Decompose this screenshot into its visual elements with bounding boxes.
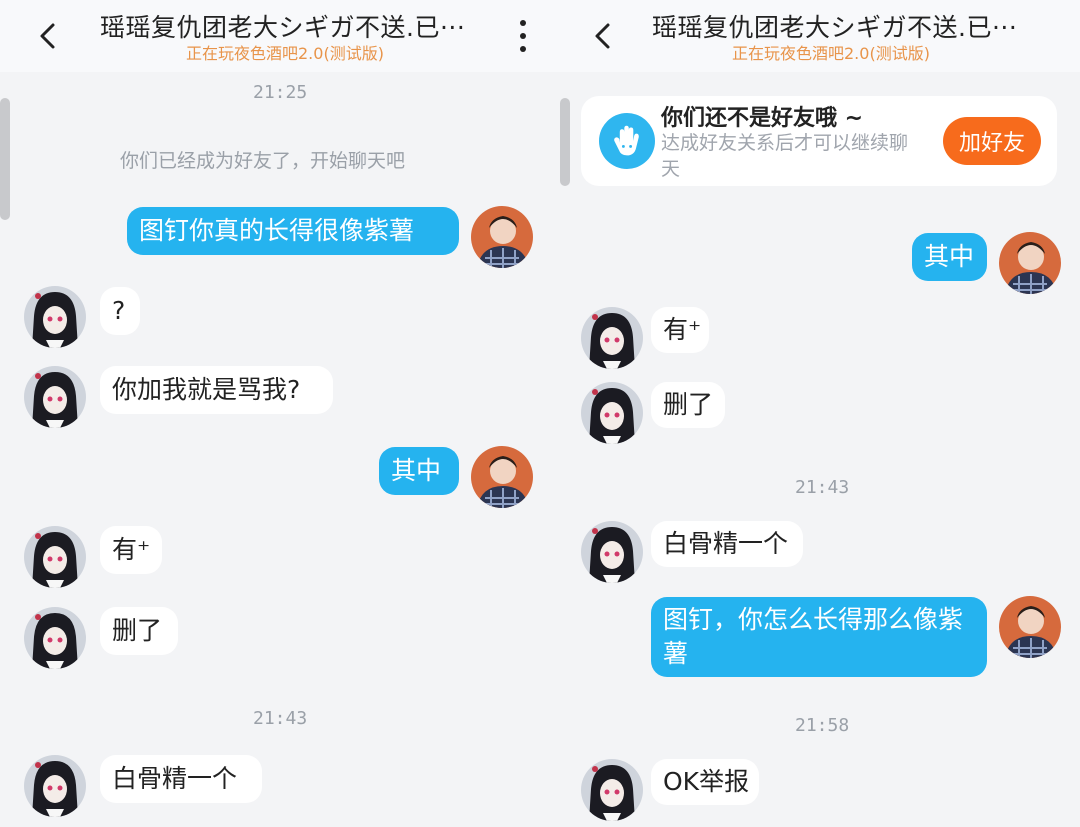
more-button[interactable]: [515, 18, 531, 54]
timestamp: 21:58: [795, 715, 850, 736]
chat-panel-right: 瑶瑶复仇团老大シギガ不送.已··· 正在玩夜色酒吧2.0(测试版) 你们还不是好…: [560, 0, 1080, 827]
chat-subtitle: 正在玩夜色酒吧2.0(测试版): [732, 44, 930, 63]
friend-request-banner: 你们还不是好友哦 ~ 达成好友关系后才可以继续聊天 加好友: [581, 96, 1057, 186]
message-bubble-incoming[interactable]: 白骨精一个: [100, 755, 262, 803]
message-bubble-outgoing[interactable]: 其中: [379, 447, 459, 495]
avatar-boy-icon: [471, 206, 533, 268]
banner-title: 你们还不是好友哦 ~: [661, 106, 864, 131]
avatar-boy-icon: [471, 446, 533, 508]
message-bubble-incoming[interactable]: 有⁺: [100, 526, 162, 574]
banner-description: 达成好友关系后才可以继续聊天: [661, 132, 909, 180]
system-message: 你们已经成为好友了，开始聊天吧: [120, 150, 406, 172]
avatar-self[interactable]: [999, 596, 1061, 658]
back-button[interactable]: [587, 20, 619, 52]
hand-wave-icon: [599, 113, 655, 169]
avatar-girl-icon: [24, 607, 86, 669]
avatar-contact[interactable]: [581, 382, 643, 444]
chevron-left-icon: [40, 23, 55, 49]
timestamp: 21:43: [253, 708, 308, 729]
avatar-girl-icon: [24, 286, 86, 348]
avatar-girl-icon: [24, 755, 86, 817]
avatar-girl-icon: [581, 759, 643, 821]
message-bubble-incoming[interactable]: ?: [100, 287, 140, 335]
message-bubble-outgoing[interactable]: 图钉，你怎么长得那么像紫薯: [651, 597, 987, 677]
more-vertical-icon: [520, 20, 526, 26]
back-button[interactable]: [32, 20, 64, 52]
avatar-boy-icon: [999, 596, 1061, 658]
chat-title: 瑶瑶复仇团老大シギガ不送.已···: [652, 13, 1018, 42]
avatar-girl-icon: [581, 307, 643, 369]
timestamp: 21:25: [253, 82, 308, 103]
chat-panel-left: 瑶瑶复仇团老大シギガ不送.已··· 正在玩夜色酒吧2.0(测试版) 21:25 …: [0, 0, 560, 827]
avatar-girl-icon: [24, 526, 86, 588]
message-bubble-outgoing[interactable]: 图钉你真的长得很像紫薯: [127, 207, 459, 255]
avatar-self[interactable]: [471, 206, 533, 268]
chat-header: 瑶瑶复仇团老大シギガ不送.已··· 正在玩夜色酒吧2.0(测试版): [560, 0, 1080, 72]
chat-subtitle: 正在玩夜色酒吧2.0(测试版): [186, 44, 384, 63]
avatar-contact[interactable]: [24, 607, 86, 669]
message-bubble-incoming[interactable]: 有⁺: [651, 307, 709, 353]
avatar-self[interactable]: [999, 232, 1061, 294]
avatar-boy-icon: [999, 232, 1061, 294]
add-friend-button[interactable]: 加好友: [943, 117, 1041, 165]
avatar-contact[interactable]: [24, 366, 86, 428]
message-bubble-outgoing[interactable]: 其中: [912, 233, 987, 281]
chevron-left-icon: [595, 23, 610, 49]
avatar-self[interactable]: [471, 446, 533, 508]
avatar-contact[interactable]: [24, 755, 86, 817]
message-bubble-incoming[interactable]: 删了: [651, 382, 725, 428]
avatar-girl-icon: [581, 382, 643, 444]
avatar-girl-icon: [581, 521, 643, 583]
avatar-contact[interactable]: [24, 526, 86, 588]
avatar-girl-icon: [24, 366, 86, 428]
scrollbar[interactable]: [0, 98, 10, 220]
timestamp: 21:43: [795, 477, 850, 498]
avatar-contact[interactable]: [581, 307, 643, 369]
message-bubble-incoming[interactable]: 删了: [100, 607, 178, 655]
avatar-contact[interactable]: [24, 286, 86, 348]
avatar-contact[interactable]: [581, 759, 643, 821]
chat-title: 瑶瑶复仇团老大シギガ不送.已···: [100, 13, 466, 42]
message-bubble-incoming[interactable]: OK举报: [651, 759, 759, 805]
avatar-contact[interactable]: [581, 521, 643, 583]
message-bubble-incoming[interactable]: 白骨精一个: [651, 521, 803, 567]
message-bubble-incoming[interactable]: 你加我就是骂我?: [100, 366, 333, 414]
chat-header: 瑶瑶复仇团老大シギガ不送.已··· 正在玩夜色酒吧2.0(测试版): [0, 0, 560, 72]
scrollbar[interactable]: [560, 98, 570, 186]
